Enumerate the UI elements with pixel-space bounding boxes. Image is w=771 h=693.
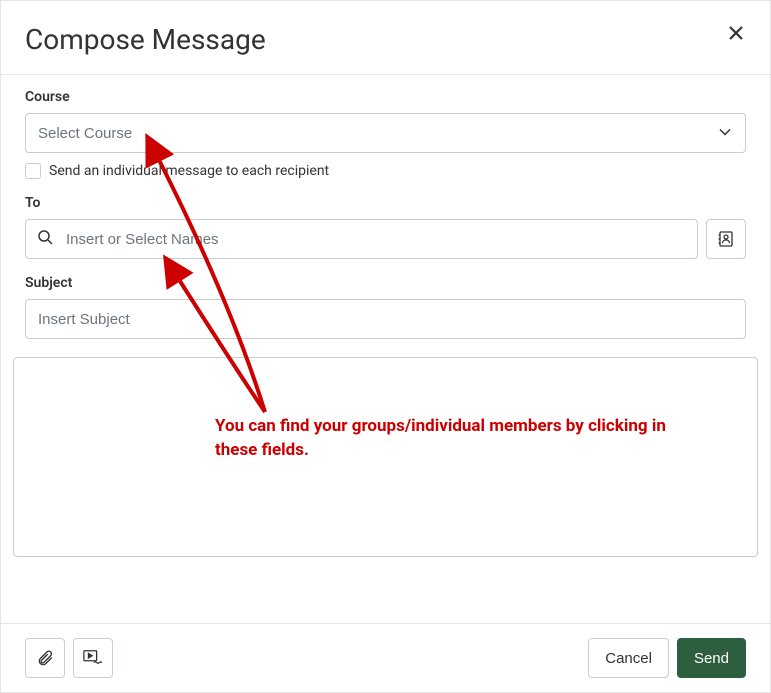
- subject-label: Subject: [25, 275, 746, 291]
- modal-footer: Cancel Send: [1, 623, 770, 692]
- address-book-button[interactable]: [706, 219, 746, 259]
- subject-input[interactable]: [25, 299, 746, 339]
- send-button[interactable]: Send: [677, 638, 746, 678]
- modal-title: Compose Message: [25, 23, 266, 56]
- close-button[interactable]: [726, 23, 746, 47]
- course-select[interactable]: Select Course: [25, 113, 746, 153]
- individual-checkbox-label: Send an individual message to each recip…: [49, 163, 329, 179]
- modal-header: Compose Message: [1, 1, 770, 75]
- course-field-group: Course Select Course Send an individual …: [25, 89, 746, 179]
- footer-right-actions: Cancel Send: [588, 638, 746, 678]
- media-icon: [83, 649, 103, 667]
- message-area-container: [1, 357, 770, 561]
- compose-message-modal: Compose Message Course Select Course: [0, 0, 771, 693]
- close-icon: [728, 25, 744, 41]
- subject-field-group: Subject: [25, 275, 746, 339]
- modal-body: Course Select Course Send an individual …: [1, 75, 770, 357]
- cancel-button[interactable]: Cancel: [588, 638, 669, 678]
- to-label: To: [25, 195, 746, 211]
- paperclip-icon: [36, 649, 54, 667]
- media-button[interactable]: [73, 638, 113, 678]
- course-label: Course: [25, 89, 746, 105]
- to-field-group: To: [25, 195, 746, 259]
- to-input[interactable]: [25, 219, 698, 259]
- individual-checkbox-row: Send an individual message to each recip…: [25, 163, 746, 179]
- course-select-value: Select Course: [38, 125, 132, 142]
- address-book-icon: [717, 230, 735, 248]
- attach-button[interactable]: [25, 638, 65, 678]
- message-body-input[interactable]: [13, 357, 758, 557]
- footer-left-tools: [25, 638, 113, 678]
- individual-checkbox[interactable]: [25, 163, 41, 179]
